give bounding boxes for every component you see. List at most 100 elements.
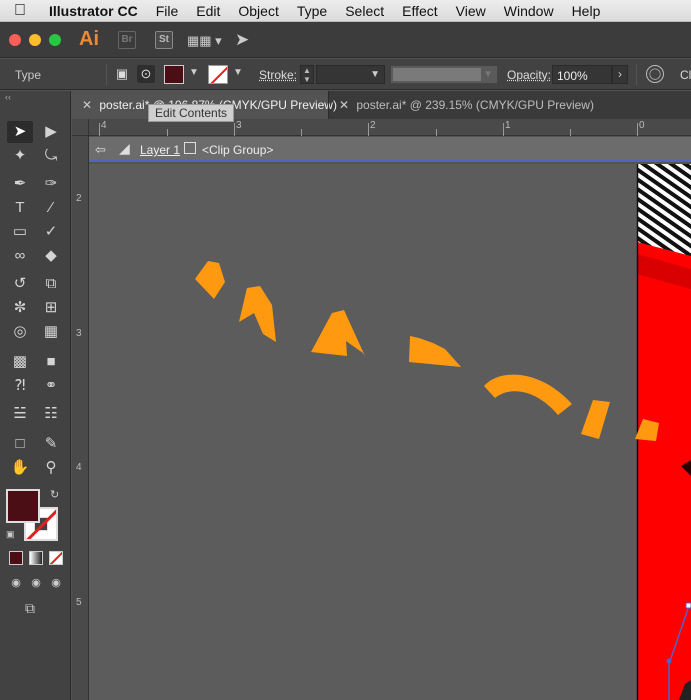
menu-view[interactable]: View (447, 3, 495, 19)
artboard-canvas[interactable] (89, 164, 691, 700)
screen-mode-icon[interactable]: ⧉ (25, 600, 35, 617)
target-icon[interactable]: ⊙ (137, 65, 155, 83)
anchor-point[interactable] (685, 602, 691, 609)
rotate-tool-icon[interactable]: ↺ (7, 273, 33, 295)
scale-tool-icon[interactable]: ⧉ (38, 273, 64, 295)
chevron-down-icon[interactable]: ▼ (233, 67, 243, 78)
letter-fragment[interactable] (581, 400, 610, 439)
bounding-box-icon[interactable]: ▣ (113, 65, 131, 83)
letter-fragment[interactable] (239, 286, 276, 342)
character-label[interactable]: Cl (680, 68, 691, 82)
artboard-tool-icon[interactable]: □ (7, 433, 33, 455)
type-tool-icon[interactable]: T (7, 197, 33, 219)
illustrator-logo: Ai (79, 28, 99, 50)
column-graph-tool-icon[interactable]: ☷ (38, 403, 64, 425)
opacity-field[interactable]: 100% (552, 65, 612, 84)
ruler-tick-label: 4 (76, 462, 82, 473)
ruler-tick-label: 5 (76, 597, 82, 608)
anchor-point[interactable] (666, 658, 672, 664)
perspective-grid-tool-icon[interactable]: ▦ (38, 321, 64, 343)
free-transform-tool-icon[interactable]: ⊞ (38, 297, 64, 319)
back-arrow-icon[interactable]: ⇦ (95, 142, 106, 158)
chevron-right-icon[interactable]: › (612, 65, 628, 84)
control-bar: Type ▣ ⊙ ▼ ▼ Stroke: ▲ ▼ ▼ ▼ Opacity: 100… (0, 59, 691, 90)
breadcrumb-layer[interactable]: Layer 1 (140, 143, 180, 157)
letter-fragment[interactable] (195, 261, 225, 299)
mesh-tool-icon[interactable]: ▩ (7, 351, 33, 373)
bridge-button[interactable]: Br (118, 31, 136, 49)
draw-normal-icon[interactable]: ◉ (9, 576, 23, 590)
menu-app-name[interactable]: Illustrator CC (40, 3, 147, 19)
paintbrush-tool-icon[interactable]: ✓ (38, 221, 64, 243)
direct-selection-tool-icon[interactable]: ▶ (38, 121, 64, 143)
lasso-tool-icon[interactable]: ⤿ (38, 145, 64, 167)
symbol-sprayer-tool-icon[interactable]: ☱ (7, 403, 33, 425)
recolor-artwork-icon[interactable]: ◯ (646, 65, 664, 83)
pen-tool-icon[interactable]: ✒ (7, 173, 33, 195)
fill-color-box[interactable] (6, 489, 40, 523)
ruler-origin[interactable] (72, 119, 89, 136)
shape-builder-tool-icon[interactable]: ◎ (7, 321, 33, 343)
zoom-tool-icon[interactable]: ⚲ (38, 457, 64, 479)
stroke-label[interactable]: Stroke: (259, 68, 297, 82)
chevron-down-icon[interactable]: ▼ (189, 67, 199, 78)
stroke-weight-field[interactable]: ▼ (316, 65, 385, 84)
blend-tool-icon[interactable]: ⚭ (38, 375, 64, 397)
zoom-window-button[interactable] (49, 34, 61, 46)
menu-window[interactable]: Window (495, 3, 563, 19)
profile-preview (393, 68, 481, 81)
eyedropper-tool-icon[interactable]: ⁈ (7, 375, 33, 397)
tab-poster-239[interactable]: ✕ poster.ai* @ 239.15% (CMYK/GPU Preview… (328, 91, 594, 119)
stroke-weight-stepper[interactable]: ▲ ▼ (300, 65, 314, 84)
collapse-panel-icon[interactable]: ‹‹ (5, 92, 11, 102)
chevron-down-icon[interactable]: ▼ (483, 69, 493, 80)
hand-tool-icon[interactable]: ✋ (7, 457, 33, 479)
gradient-tool-icon[interactable]: ■ (38, 351, 64, 373)
line-tool-icon[interactable]: ⁄ (38, 197, 64, 219)
slice-tool-icon[interactable]: ✎ (38, 433, 64, 455)
letter-fragment[interactable] (311, 310, 365, 356)
none-mode-button[interactable] (49, 551, 63, 565)
separator (636, 64, 637, 85)
artwork (195, 164, 691, 700)
letter-fragment[interactable] (484, 374, 572, 415)
draw-behind-icon[interactable]: ◉ (29, 576, 43, 590)
warp-tool-icon[interactable]: ✼ (7, 297, 33, 319)
clipped-text-shapes[interactable] (195, 261, 659, 441)
rectangle-tool-icon[interactable]: ▭ (7, 221, 33, 243)
draw-inside-icon[interactable]: ◉ (49, 576, 63, 590)
swap-fill-stroke-icon[interactable]: ↻ (50, 488, 59, 501)
color-mode-button[interactable] (9, 551, 23, 565)
close-window-button[interactable] (9, 34, 21, 46)
menu-type[interactable]: Type (288, 3, 336, 19)
selection-tool-icon[interactable]: ➤ (7, 121, 33, 143)
fill-color-swatch[interactable] (164, 65, 184, 84)
magic-wand-tool-icon[interactable]: ✦ (7, 145, 33, 167)
letter-fragment[interactable] (409, 336, 461, 367)
close-tab-icon[interactable]: ✕ (339, 91, 353, 119)
menu-select[interactable]: Select (336, 3, 393, 19)
curvature-tool-icon[interactable]: ✑ (38, 173, 64, 195)
apple-icon[interactable]:  (0, 2, 40, 20)
menu-edit[interactable]: Edit (187, 3, 229, 19)
opacity-label[interactable]: Opacity: (507, 68, 551, 82)
close-tab-icon[interactable]: ✕ (82, 91, 96, 119)
menu-effect[interactable]: Effect (393, 3, 447, 19)
stroke-color-swatch[interactable] (208, 65, 228, 84)
variable-width-profile[interactable]: ▼ (390, 65, 498, 84)
stock-button[interactable]: St (155, 31, 173, 49)
menu-help[interactable]: Help (563, 3, 610, 19)
menu-file[interactable]: File (147, 3, 188, 19)
vertical-ruler[interactable]: 2 3 4 5 (72, 136, 89, 700)
gradient-mode-button[interactable] (29, 551, 43, 565)
shaper-tool-icon[interactable]: ∞ (7, 245, 33, 267)
gpu-performance-icon[interactable]: ➤ (235, 30, 249, 50)
chevron-down-icon[interactable]: ▼ (370, 69, 380, 80)
breadcrumb-clip-group[interactable]: <Clip Group> (202, 143, 273, 157)
ruler-tick-label: 3 (76, 328, 82, 339)
eraser-tool-icon[interactable]: ◆ (38, 245, 64, 267)
minimize-window-button[interactable] (29, 34, 41, 46)
default-fill-stroke-icon[interactable]: ▣ (6, 529, 15, 540)
arrange-documents-icon[interactable]: ▦▦ ▾ (187, 33, 222, 49)
menu-object[interactable]: Object (229, 3, 287, 19)
